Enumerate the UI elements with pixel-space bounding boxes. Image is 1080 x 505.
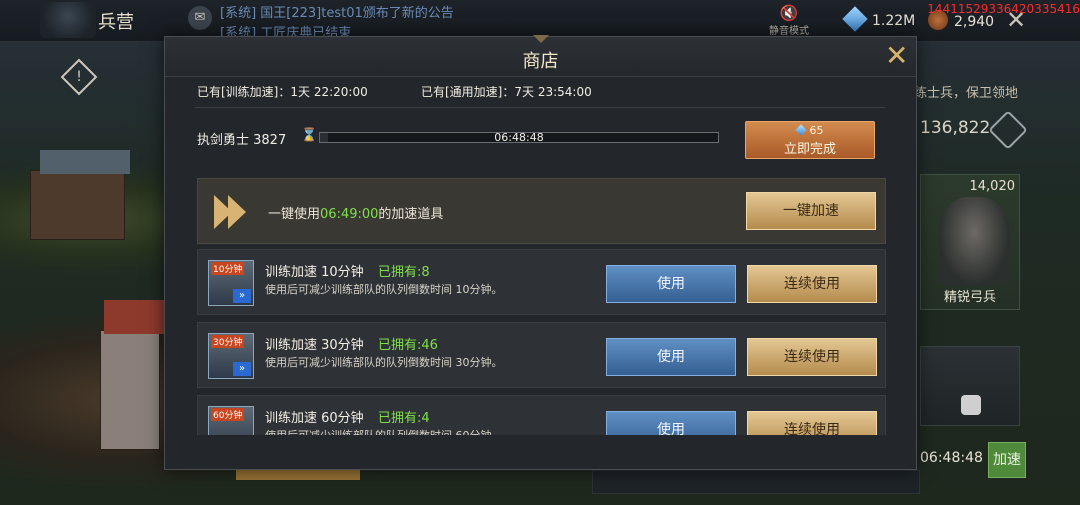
speedup-item-icon: 10分钟 » [208, 260, 254, 306]
shop-dialog: 商店 ✕ 已有[训练加速]：1天 22:20:00 已有[通用加速]：7天 23… [164, 35, 917, 470]
chat-message[interactable]: [系统] 国王[223]test01颁布了新的公告 [220, 2, 454, 21]
gem-icon [794, 124, 807, 136]
use-button[interactable]: 使用 [606, 411, 736, 435]
item-name: 训练加速 10分钟 [265, 265, 364, 280]
owned-training-speedup: 已有[训练加速]：1天 22:20:00 [197, 83, 368, 100]
speedup-item-icon: 60分钟 » [208, 406, 254, 435]
dialog-header: 商店 ✕ [165, 35, 916, 77]
item-tag: 30分钟 [211, 335, 245, 348]
coin-count: 2,940 [954, 14, 995, 30]
oneclick-prefix: 一键使用 [268, 207, 321, 222]
owned-general-value: 7天 23:54:00 [514, 85, 592, 99]
speaker-mute-icon: 🔇 [779, 4, 799, 22]
use-button[interactable]: 使用 [606, 265, 736, 303]
item-tag: 10分钟 [211, 262, 245, 275]
lock-icon [961, 395, 981, 415]
gem-resource[interactable]: 1.22M [842, 6, 916, 32]
training-troop: 执剑勇士 3827 [197, 133, 287, 148]
fast-forward-icon [214, 195, 254, 229]
building [30, 170, 125, 240]
progress-time: 06:48:48 [494, 131, 544, 144]
item-desc: 使用后可减少训练部队的队列倒数时间 30分钟。 [265, 356, 503, 369]
ornament-icon [533, 35, 549, 43]
archer-portrait [939, 197, 1009, 285]
building-roof [40, 150, 130, 174]
speedup-item-icon: 30分钟 » [208, 333, 254, 379]
oneclick-speedup-button[interactable]: 一键加速 [746, 192, 876, 230]
owned-general-speedup: 已有[通用加速]：7天 23:54:00 [421, 83, 592, 100]
locked-unit-card[interactable] [920, 346, 1020, 426]
finish-now-button[interactable]: 65 立即完成 [745, 121, 875, 159]
owned-general-label: 已有[通用加速]： [421, 85, 515, 99]
building [100, 330, 160, 450]
dialog-title: 商店 [522, 51, 559, 72]
owned-training-value: 1天 22:20:00 [290, 85, 368, 99]
use-multiple-button[interactable]: 连续使用 [747, 338, 877, 376]
troop-total: 136,822 [920, 118, 991, 138]
finish-label: 立即完成 [783, 142, 836, 157]
list-item: 30分钟 » 训练加速 30分钟 已拥有:46 使用后可减少训练部队的队列倒数时… [197, 322, 886, 388]
item-name: 训练加速 60分钟 [265, 411, 364, 426]
training-progress-bar: 06:48:48 [319, 131, 719, 144]
speedup-item-list[interactable]: 10分钟 » 训练加速 10分钟 已拥有:8 使用后可减少训练部队的队列倒数时间… [197, 249, 886, 435]
announcement-icon[interactable]: ✉ [188, 6, 212, 30]
owned-training-label: 已有[训练加速]： [197, 85, 291, 99]
divider [195, 107, 885, 108]
mute-toggle[interactable]: 🔇 静音模式 [766, 4, 812, 37]
item-name: 训练加速 30分钟 [265, 338, 364, 353]
oneclick-time: 06:49:00 [320, 207, 379, 222]
item-desc: 使用后可减少训练部队的队列倒数时间 10分钟。 [265, 283, 503, 296]
back-button[interactable] [40, 2, 96, 38]
bottom-panel [592, 470, 920, 494]
use-button[interactable]: 使用 [606, 338, 736, 376]
gem-count: 1.22M [872, 13, 916, 29]
item-owned: 已拥有:46 [378, 338, 438, 353]
unit-name: 精锐弓兵 [943, 290, 996, 305]
oneclick-text: 一键使用06:49:00的加速道具 [268, 203, 443, 222]
item-tag: 60分钟 [211, 408, 245, 421]
oneclick-suffix: 的加速道具 [378, 207, 444, 222]
fast-forward-icon: » [233, 362, 251, 376]
hourglass-icon: ⌛ [301, 128, 318, 143]
fast-forward-icon: » [233, 289, 251, 303]
item-desc: 使用后可减少训练部队的队列倒数时间 60分钟。 [265, 427, 503, 435]
unit-card[interactable]: 14,020 精锐弓兵 [920, 174, 1020, 310]
oneclick-speedup-panel: 一键使用06:49:00的加速道具 一键加速 [197, 178, 886, 244]
list-item: 10分钟 » 训练加速 10分钟 已拥有:8 使用后可减少训练部队的队列倒数时间… [197, 249, 886, 315]
debug-id: 14411529336420335416 [927, 2, 1080, 16]
finish-cost-value: 65 [809, 124, 824, 137]
item-owned: 已拥有:8 [378, 265, 430, 280]
queue-timer: 06:48:48 [920, 450, 983, 466]
use-multiple-button[interactable]: 连续使用 [747, 265, 877, 303]
gem-icon [842, 6, 868, 32]
building-roof [104, 300, 164, 334]
speedup-button[interactable]: 加速 [988, 442, 1026, 478]
unit-count: 14,020 [969, 179, 1016, 194]
item-owned: 已拥有:4 [378, 411, 430, 426]
finish-cost: 65 [746, 124, 874, 137]
background-hint-text: 练士兵，保卫领地 [914, 86, 1019, 101]
page-title: 兵营 [98, 12, 134, 33]
close-button[interactable]: ✕ [885, 41, 908, 71]
list-item: 60分钟 » 训练加速 60分钟 已拥有:4 使用后可减少训练部队的队列倒数时间… [197, 395, 886, 435]
use-multiple-button[interactable]: 连续使用 [747, 411, 877, 435]
